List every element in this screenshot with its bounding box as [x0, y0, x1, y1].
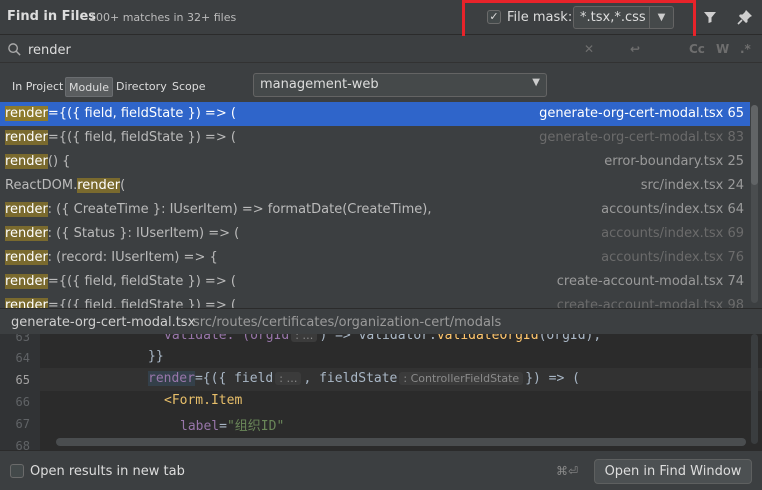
result-row[interactable]: render={({ field, fieldState }) => ( gen…	[0, 126, 750, 150]
search-input[interactable]	[28, 41, 588, 59]
code-preview[interactable]: 63 64 65 66 67 68 validate: (orgId: …) =…	[0, 334, 762, 450]
chevron-down-icon[interactable]: ▼	[649, 7, 673, 28]
match-summary: 100+ matches in 32+ files	[89, 11, 237, 24]
search-row: ✕ ↩ Cc W .*	[0, 36, 762, 63]
regex-toggle[interactable]: .*	[740, 42, 751, 56]
code-line-66: <Form.Item	[164, 393, 243, 408]
result-text: render={({ field, fieldState }) => (	[5, 298, 236, 308]
dialog-title: Find in Files	[7, 9, 97, 24]
result-file: src/index.tsx 24	[640, 178, 744, 193]
result-file: accounts/index.tsx 69	[601, 226, 744, 241]
open-in-find-window-button[interactable]: Open in Find Window	[594, 459, 752, 484]
chevron-down-icon[interactable]: ▼	[532, 77, 540, 88]
result-row[interactable]: ReactDOM.render( src/index.tsx 24	[0, 174, 750, 198]
result-text: render={({ field, fieldState }) => (	[5, 106, 236, 121]
line-number: 65	[15, 373, 30, 387]
tab-scope[interactable]: Scope	[169, 77, 209, 97]
match-case-toggle[interactable]: Cc	[689, 42, 705, 56]
line-number: 68	[15, 439, 30, 450]
code-vertical-scrollbar[interactable]	[751, 334, 758, 444]
result-row[interactable]: render={({ field, fieldState }) => ( gen…	[0, 102, 750, 126]
line-number: 64	[15, 351, 30, 365]
result-text: render: ({ Status }: IUserItem) => (	[5, 226, 240, 241]
scope-row: In Project Module Directory Scope manage…	[0, 64, 762, 102]
file-mask-combo[interactable]: *.tsx,*.css ▼	[573, 6, 674, 29]
result-file: create-account-modal.tsx 98	[556, 298, 744, 308]
replace-toggle-icon[interactable]: ↩	[630, 42, 640, 56]
find-in-files-header: Find in Files 100+ matches in 32+ files …	[0, 0, 762, 39]
result-file: generate-org-cert-modal.tsx 65	[539, 106, 744, 121]
file-mask-checkbox[interactable]: ✓	[487, 10, 501, 24]
result-file: accounts/index.tsx 64	[601, 202, 744, 217]
module-select[interactable]: management-web ▼	[253, 73, 547, 97]
result-text: render={({ field, fieldState }) => (	[5, 274, 236, 289]
result-file: create-account-modal.tsx 74	[556, 274, 744, 289]
result-text: render: ({ CreateTime }: IUserItem) => f…	[5, 202, 432, 217]
result-row[interactable]: render() { error-boundary.tsx 25	[0, 150, 750, 174]
file-mask-value: *.tsx,*.css	[580, 10, 646, 25]
result-text: render={({ field, fieldState }) => (	[5, 130, 236, 145]
result-row[interactable]: render: ({ Status }: IUserItem) => ( acc…	[0, 222, 750, 246]
results-list: render={({ field, fieldState }) => ( gen…	[0, 102, 762, 308]
file-mask-label: File mask:	[507, 10, 573, 25]
code-line-64: }}	[148, 349, 164, 364]
code-line-67: label="组织ID"	[180, 419, 285, 434]
clear-search-icon[interactable]: ✕	[584, 42, 594, 56]
module-select-value: management-web	[260, 77, 379, 92]
result-file: generate-org-cert-modal.tsx 83	[539, 130, 744, 145]
tab-directory[interactable]: Directory	[113, 77, 170, 97]
preview-file-path: src/routes/certificates/organization-cer…	[193, 315, 502, 330]
code-horizontal-scrollbar[interactable]	[56, 438, 746, 446]
result-file: error-boundary.tsx 25	[604, 154, 744, 169]
result-text: render: (record: IUserItem) => {	[5, 250, 218, 265]
shortcut-hint: ⌘⏎	[556, 464, 579, 478]
whole-words-toggle[interactable]: W	[716, 42, 729, 56]
code-line-63: validate: (orgId: …) => validator.valida…	[164, 334, 601, 343]
open-new-tab-label[interactable]: Open results in new tab	[30, 464, 185, 479]
preview-header: generate-org-cert-modal.tsx src/routes/c…	[0, 308, 762, 334]
line-number: 66	[15, 395, 30, 409]
footer: Open results in new tab ⌘⏎ Open in Find …	[0, 450, 762, 490]
search-icon	[8, 43, 21, 56]
line-number: 63	[15, 334, 30, 344]
result-row[interactable]: render={({ field, fieldState }) => ( cre…	[0, 294, 750, 308]
pin-icon[interactable]	[737, 9, 753, 25]
result-file: accounts/index.tsx 76	[601, 250, 744, 265]
tab-in-project[interactable]: In Project	[9, 77, 66, 97]
result-text: render() {	[5, 154, 71, 169]
code-line-65: render={({ field: …, fieldState: Control…	[148, 371, 580, 386]
tab-module[interactable]: Module	[65, 77, 113, 97]
result-row[interactable]: render={({ field, fieldState }) => ( cre…	[0, 270, 750, 294]
result-row[interactable]: render: (record: IUserItem) => { account…	[0, 246, 750, 270]
results-scrollbar-thumb[interactable]	[751, 105, 758, 185]
preview-file-name: generate-org-cert-modal.tsx	[11, 315, 196, 330]
filter-icon[interactable]	[702, 9, 718, 25]
open-new-tab-checkbox[interactable]	[10, 464, 24, 478]
result-text: ReactDOM.render(	[5, 178, 126, 193]
result-row[interactable]: render: ({ CreateTime }: IUserItem) => f…	[0, 198, 750, 222]
line-number: 67	[15, 417, 30, 431]
